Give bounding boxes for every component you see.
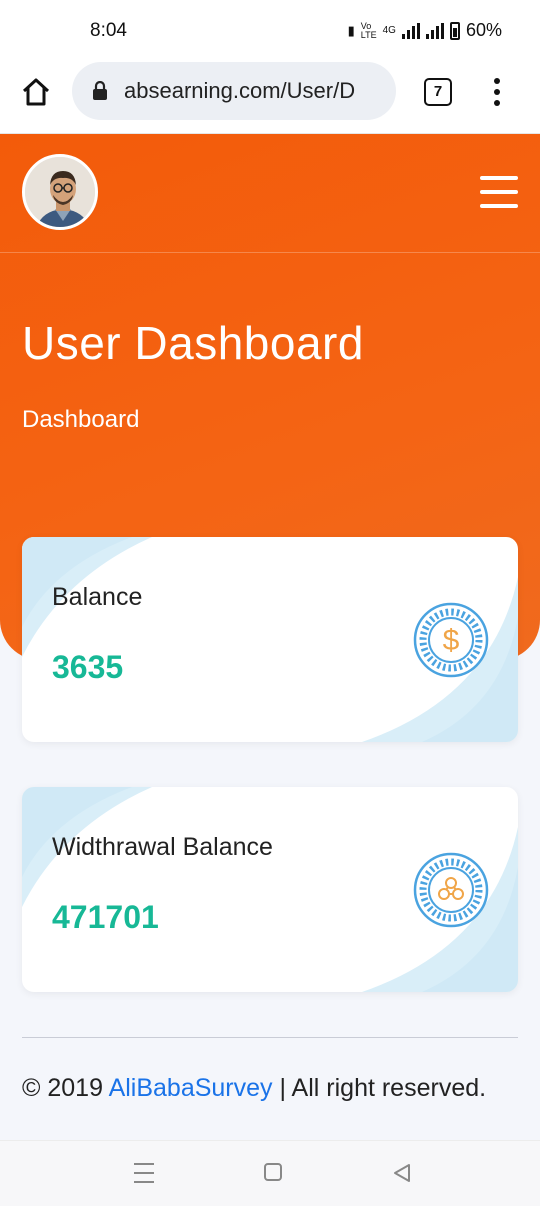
footer-site-link[interactable]: AliBabaSurvey <box>109 1074 273 1102</box>
dollar-coin-icon: $ <box>413 602 489 678</box>
footer-divider <box>22 1037 518 1038</box>
signal-icon-2 <box>425 22 444 39</box>
card-label: Balance <box>52 583 143 611</box>
card-value: 471701 <box>52 899 159 935</box>
volte-icon: Vo LTE <box>360 20 377 40</box>
system-navigation-bar <box>0 1140 540 1206</box>
page-title: User Dashboard <box>22 317 364 369</box>
tab-switcher-button[interactable]: 7 <box>424 78 452 106</box>
avatar[interactable] <box>22 154 98 230</box>
home-icon[interactable] <box>20 76 52 108</box>
signal-icon <box>401 22 420 39</box>
withdrawal-balance-card: Widthrawal Balance 471701 <box>22 787 518 992</box>
status-time: 8:04 <box>90 20 127 41</box>
battery-icon <box>449 21 460 40</box>
card-value: 3635 <box>52 649 124 685</box>
status-bar: 8:04 ▮ Vo LTE 4G 60% <box>0 0 540 62</box>
browser-toolbar: absearning.com/User/D 7 <box>0 62 540 134</box>
status-icons: ▮ Vo LTE 4G 60% <box>348 20 502 41</box>
more-menu-icon[interactable] <box>492 78 502 106</box>
header-divider <box>0 252 540 253</box>
home-nav-icon[interactable] <box>264 1163 282 1181</box>
lock-icon <box>93 81 107 100</box>
address-bar[interactable]: absearning.com/User/D <box>72 62 396 120</box>
hamburger-menu-icon[interactable] <box>480 176 518 208</box>
vibrate-icon: ▮ <box>347 22 355 38</box>
svg-text:$: $ <box>443 624 460 657</box>
breadcrumb: Dashboard <box>22 406 140 433</box>
recents-icon[interactable] <box>134 1163 154 1183</box>
back-icon[interactable] <box>392 1163 412 1183</box>
battery-percent: 60% <box>465 20 502 40</box>
ripple-coin-icon <box>413 852 489 928</box>
card-label: Widthrawal Balance <box>52 833 273 861</box>
network-type-label: 4G <box>382 24 396 36</box>
url-text: absearning.com/User/D <box>124 78 356 103</box>
balance-card: Balance 3635 $ <box>22 537 518 742</box>
footer-copyright: © 2019 AliBabaSurvey | All right reserve… <box>22 1074 487 1102</box>
